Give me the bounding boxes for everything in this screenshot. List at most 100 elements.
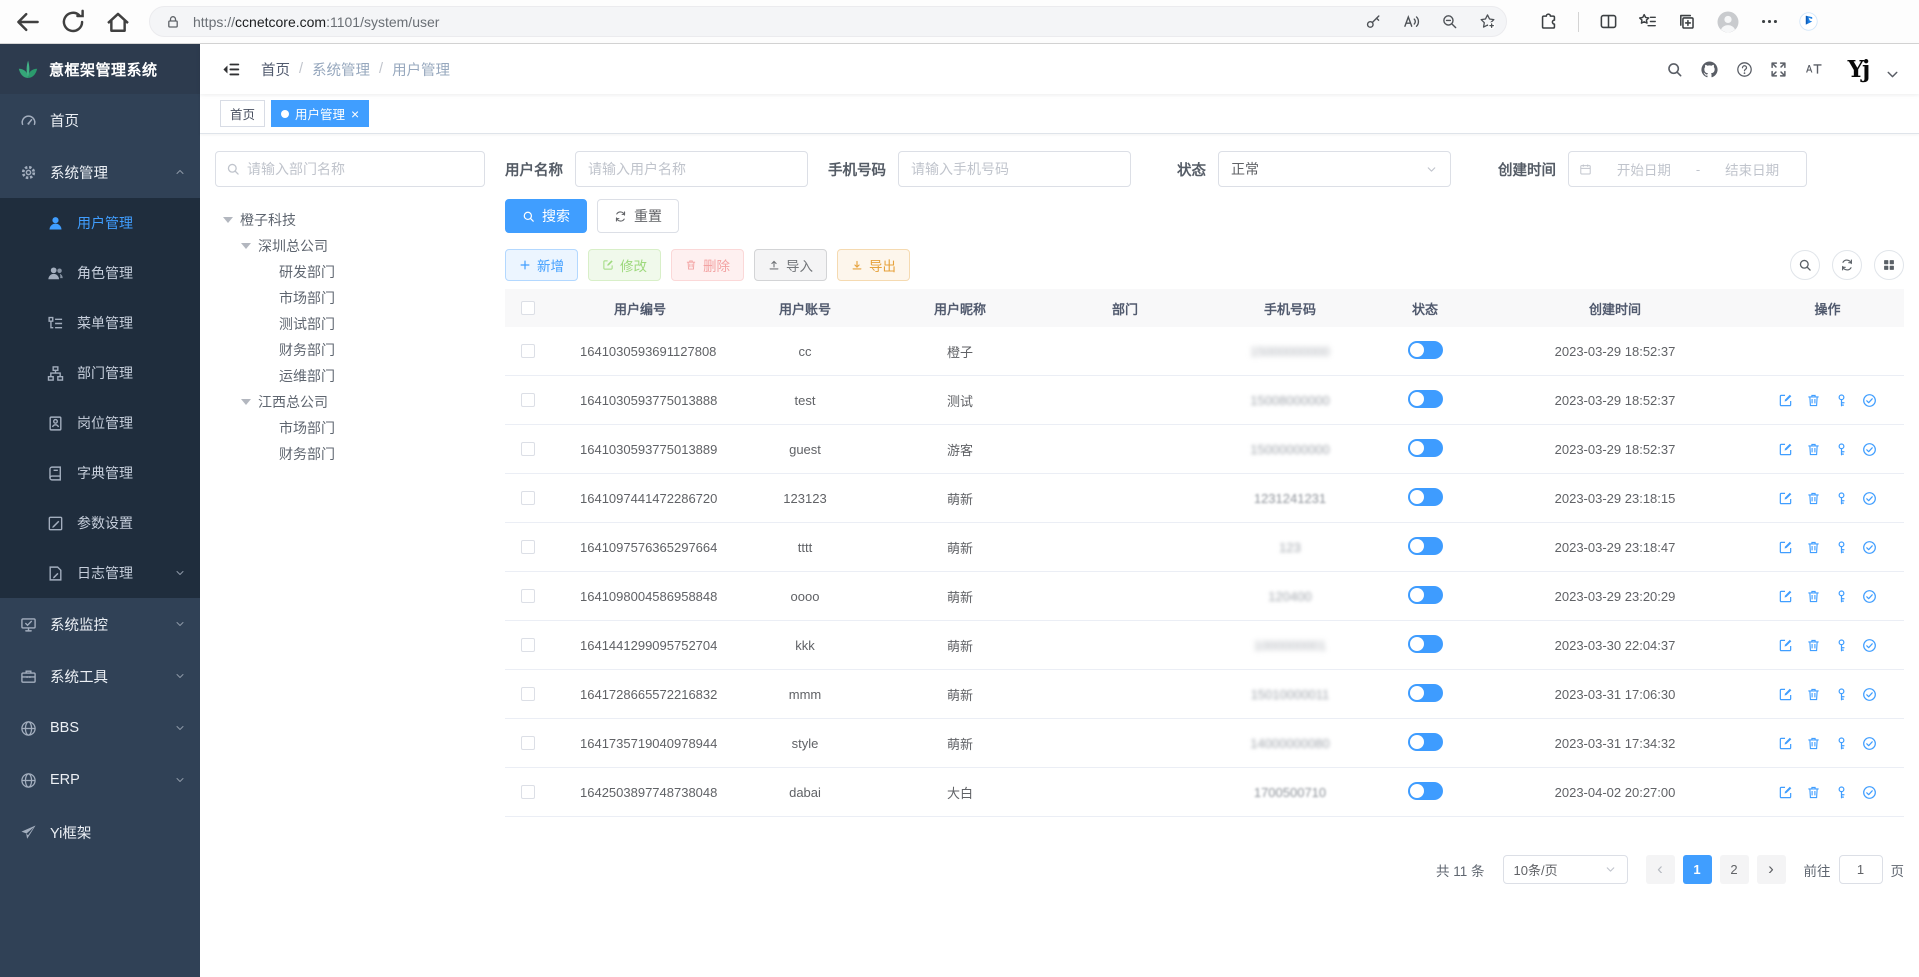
row-checkbox[interactable] [521,736,535,750]
font-size-icon[interactable] [1804,59,1824,79]
row-reset-password-icon[interactable] [1834,491,1849,506]
sidebar-item-BBS[interactable]: BBS [0,702,200,754]
help-icon[interactable] [1736,61,1753,78]
row-edit-icon[interactable] [1778,736,1793,751]
status-toggle[interactable] [1408,390,1443,408]
favorites-icon[interactable] [1638,12,1657,31]
row-edit-icon[interactable] [1778,589,1793,604]
sidebar-item-菜单管理[interactable]: 菜单管理 [0,298,200,348]
user-avatar[interactable]: Yj [1841,52,1875,86]
tree-node-橙子科技[interactable]: 橙子科技 [215,207,485,233]
tree-expand-icon[interactable] [241,399,251,405]
row-delete-icon[interactable] [1806,393,1821,408]
row-checkbox[interactable] [521,638,535,652]
read-aloud-icon[interactable] [1403,13,1420,30]
row-assign-role-icon[interactable] [1862,393,1877,408]
row-checkbox[interactable] [521,393,535,407]
prev-page-button[interactable]: ‹ [1646,855,1675,884]
row-delete-icon[interactable] [1806,687,1821,702]
row-assign-role-icon[interactable] [1862,589,1877,604]
extensions-icon[interactable] [1539,12,1558,31]
page-button-2[interactable]: 2 [1720,855,1749,884]
row-assign-role-icon[interactable] [1862,785,1877,800]
column-settings-button[interactable] [1874,250,1904,280]
row-reset-password-icon[interactable] [1834,442,1849,457]
row-delete-icon[interactable] [1806,785,1821,800]
row-edit-icon[interactable] [1778,540,1793,555]
tree-node-市场部门[interactable]: 市场部门 [215,415,485,441]
sidebar-item-系统工具[interactable]: 系统工具 [0,650,200,702]
page-size-select[interactable]: 10条/页 [1503,855,1628,884]
tree-node-研发部门[interactable]: 研发部门 [215,259,485,285]
password-icon[interactable] [1365,13,1382,30]
lock-icon[interactable] [165,14,181,30]
row-checkbox[interactable] [521,589,535,603]
breadcrumb-system[interactable]: 系统管理 [312,59,370,80]
row-assign-role-icon[interactable] [1862,638,1877,653]
row-reset-password-icon[interactable] [1834,736,1849,751]
row-edit-icon[interactable] [1778,785,1793,800]
row-edit-icon[interactable] [1778,442,1793,457]
sidebar-item-字典管理[interactable]: 字典管理 [0,448,200,498]
bing-chat-icon[interactable] [1799,12,1818,31]
row-edit-icon[interactable] [1778,491,1793,506]
tree-expand-icon[interactable] [241,243,251,249]
sidebar-item-系统管理[interactable]: 系统管理 [0,146,200,198]
zoom-out-icon[interactable] [1441,13,1458,30]
delete-button[interactable]: 删除 [671,249,744,281]
search-button[interactable]: 搜索 [505,199,587,233]
row-assign-role-icon[interactable] [1862,491,1877,506]
browser-home-icon[interactable] [104,8,132,36]
row-checkbox[interactable] [521,687,535,701]
status-toggle[interactable] [1408,341,1443,359]
split-screen-icon[interactable] [1599,12,1618,31]
status-toggle[interactable] [1408,537,1443,555]
tab-close-icon[interactable]: × [351,107,359,121]
tab-home[interactable]: 首页 [220,100,265,127]
status-toggle[interactable] [1408,586,1443,604]
row-reset-password-icon[interactable] [1834,540,1849,555]
fullscreen-icon[interactable] [1770,61,1787,78]
row-checkbox[interactable] [521,442,535,456]
sidebar-item-首页[interactable]: 首页 [0,94,200,146]
sidebar-item-岗位管理[interactable]: 岗位管理 [0,398,200,448]
row-reset-password-icon[interactable] [1834,785,1849,800]
browser-refresh-icon[interactable] [59,8,87,36]
row-reset-password-icon[interactable] [1834,638,1849,653]
row-checkbox[interactable] [521,540,535,554]
row-reset-password-icon[interactable] [1834,687,1849,702]
edit-button[interactable]: 修改 [588,249,661,281]
sidebar-item-ERP[interactable]: ERP [0,754,200,806]
github-icon[interactable] [1700,60,1719,79]
status-toggle[interactable] [1408,439,1443,457]
tree-node-财务部门[interactable]: 财务部门 [215,441,485,467]
sidebar-item-用户管理[interactable]: 用户管理 [0,198,200,248]
row-edit-icon[interactable] [1778,393,1793,408]
tree-node-运维部门[interactable]: 运维部门 [215,363,485,389]
row-edit-icon[interactable] [1778,687,1793,702]
refresh-table-button[interactable] [1832,250,1862,280]
row-assign-role-icon[interactable] [1862,736,1877,751]
tab-user-management[interactable]: 用户管理 × [271,100,369,127]
collections-icon[interactable] [1677,12,1696,31]
tree-node-江西总公司[interactable]: 江西总公司 [215,389,485,415]
sidebar-item-日志管理[interactable]: 日志管理 [0,548,200,598]
sidebar-item-参数设置[interactable]: 参数设置 [0,498,200,548]
row-delete-icon[interactable] [1806,442,1821,457]
status-toggle[interactable] [1408,488,1443,506]
avatar-caret-icon[interactable] [1884,66,1901,83]
import-button[interactable]: 导入 [754,249,827,281]
username-input[interactable] [588,161,795,177]
sidebar-item-部门管理[interactable]: 部门管理 [0,348,200,398]
row-edit-icon[interactable] [1778,638,1793,653]
row-reset-password-icon[interactable] [1834,589,1849,604]
tree-node-测试部门[interactable]: 测试部门 [215,311,485,337]
row-checkbox[interactable] [521,491,535,505]
add-button[interactable]: 新增 [505,249,578,281]
browser-menu-icon[interactable] [1760,12,1779,31]
select-all-checkbox[interactable] [521,301,535,315]
toggle-search-button[interactable] [1790,250,1820,280]
profile-avatar-icon[interactable] [1716,10,1740,34]
status-toggle[interactable] [1408,782,1443,800]
phone-input[interactable] [911,161,1118,177]
